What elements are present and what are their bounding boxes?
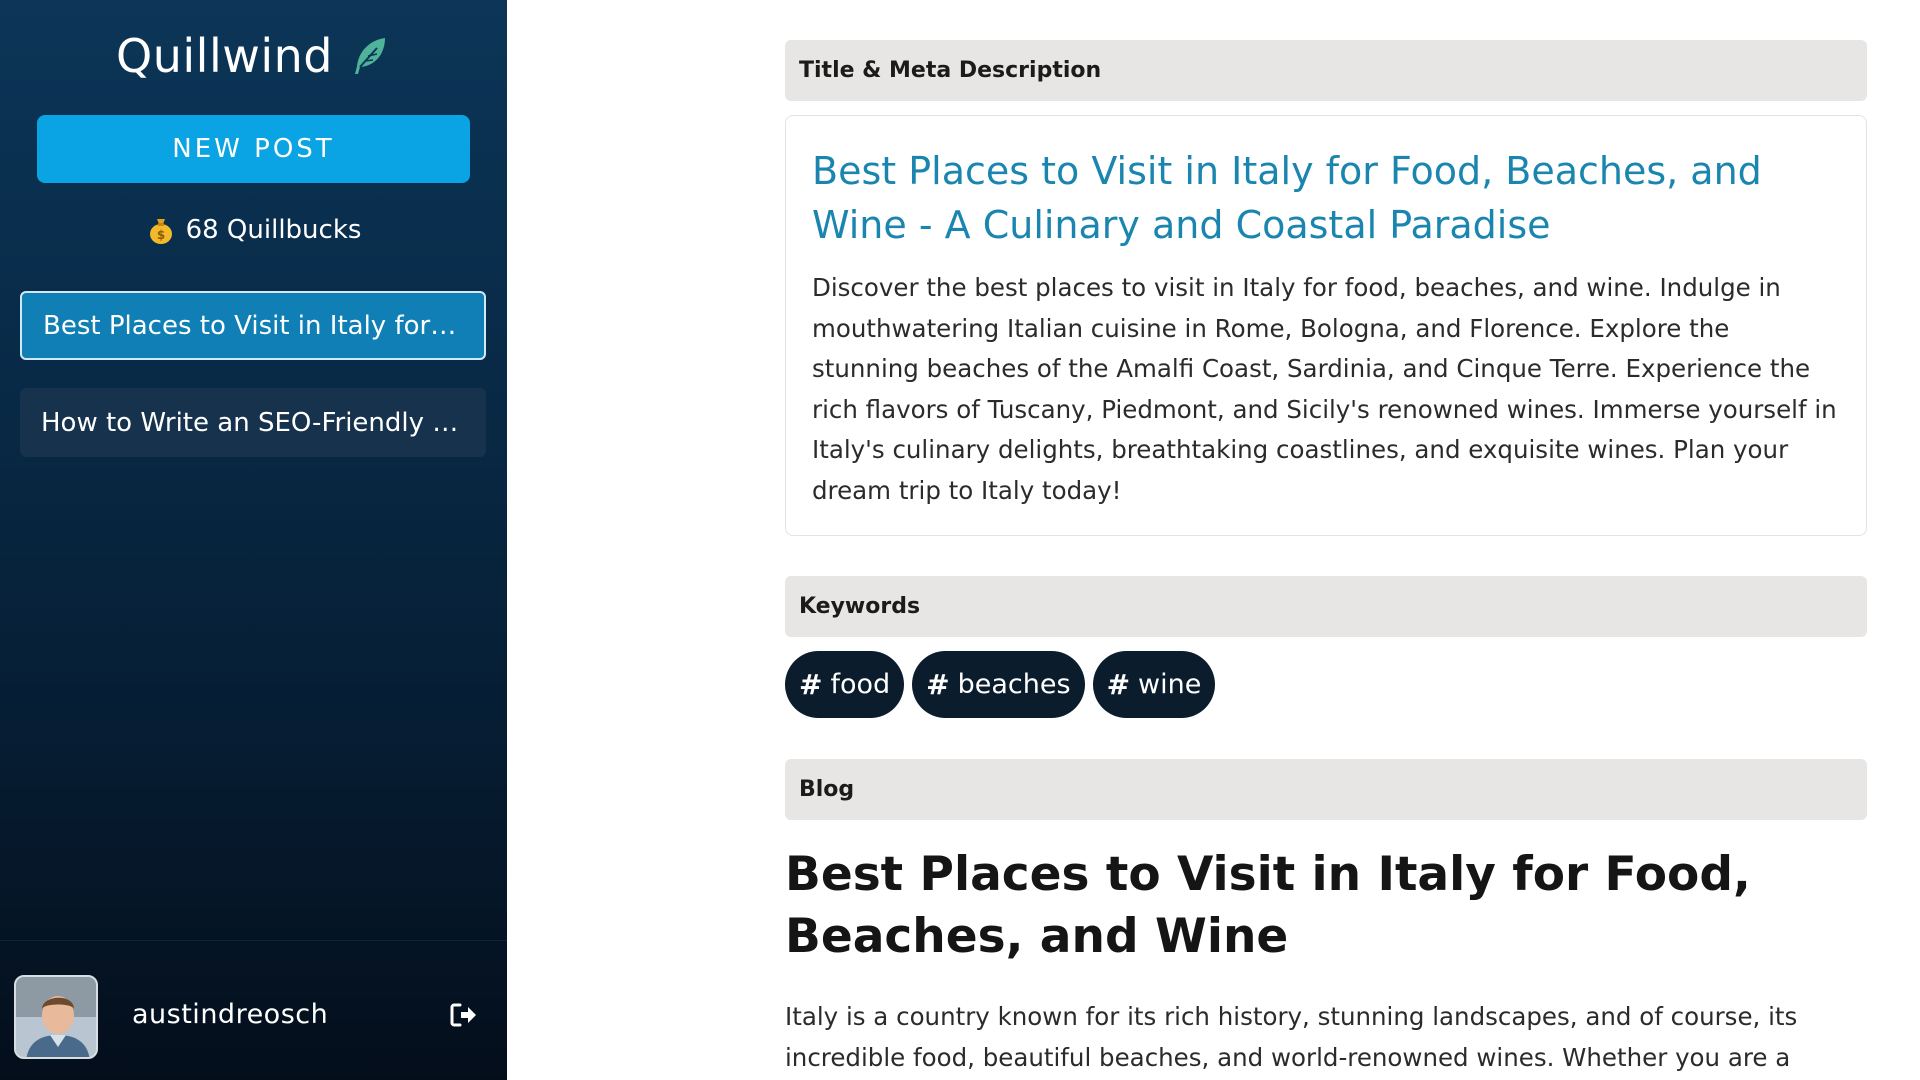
- keyword-chip-beaches[interactable]: # beaches: [912, 651, 1085, 718]
- sidebar-post-label: Best Places to Visit in Italy for Fo...: [43, 310, 463, 341]
- keyword-label: food: [830, 669, 891, 700]
- sidebar-post-label: How to Write an SEO-Friendly Bl...: [41, 407, 461, 438]
- keyword-chip-food[interactable]: # food: [785, 651, 905, 718]
- keyword-chip-wine[interactable]: # wine: [1092, 651, 1216, 718]
- new-post-button[interactable]: NEW POST: [37, 115, 470, 183]
- logout-icon[interactable]: [448, 999, 480, 1031]
- feather-icon: [354, 38, 385, 74]
- main-content: Title & Meta Description Best Places to …: [507, 0, 1920, 1080]
- hash-icon: #: [799, 668, 823, 701]
- money-bag-icon: $: [149, 219, 172, 244]
- keyword-label: wine: [1138, 669, 1202, 700]
- avatar-image: [16, 977, 96, 1057]
- keywords-section-header: Keywords: [785, 576, 1867, 637]
- keyword-list: # food # beaches # wine: [785, 651, 1216, 718]
- sidebar-post-seo[interactable]: How to Write an SEO-Friendly Bl...: [20, 388, 486, 457]
- blog-section-header: Blog: [785, 759, 1867, 820]
- sidebar: Quillwind NEW POST $ 68 Quillbucks Best …: [0, 0, 507, 1080]
- svg-text:$: $: [156, 228, 164, 242]
- credits-balance: $ 68 Quillbucks: [0, 210, 507, 250]
- blog-title: Best Places to Visit in Italy for Food, …: [785, 847, 1751, 964]
- blog-intro: Italy is a country known for its rich hi…: [785, 1002, 1798, 1072]
- meta-title: Best Places to Visit in Italy for Food, …: [812, 149, 1762, 247]
- sidebar-post-italy[interactable]: Best Places to Visit in Italy for Fo...: [20, 291, 486, 360]
- user-bar: austindreosch: [0, 940, 507, 1080]
- keyword-label: beaches: [957, 669, 1071, 700]
- username: austindreosch: [132, 999, 329, 1030]
- hash-icon: #: [926, 668, 950, 701]
- brand[interactable]: Quillwind: [0, 26, 507, 86]
- credits-label: 68 Quillbucks: [185, 215, 362, 245]
- avatar[interactable]: [14, 975, 98, 1059]
- app-window: Quillwind NEW POST $ 68 Quillbucks Best …: [0, 0, 1920, 1080]
- meta-card: Best Places to Visit in Italy for Food, …: [785, 115, 1867, 536]
- title-meta-section-header: Title & Meta Description: [785, 40, 1867, 101]
- hash-icon: #: [1106, 668, 1131, 701]
- meta-description: Discover the best places to visit in Ita…: [812, 273, 1837, 505]
- brand-name: Quillwind: [116, 29, 333, 83]
